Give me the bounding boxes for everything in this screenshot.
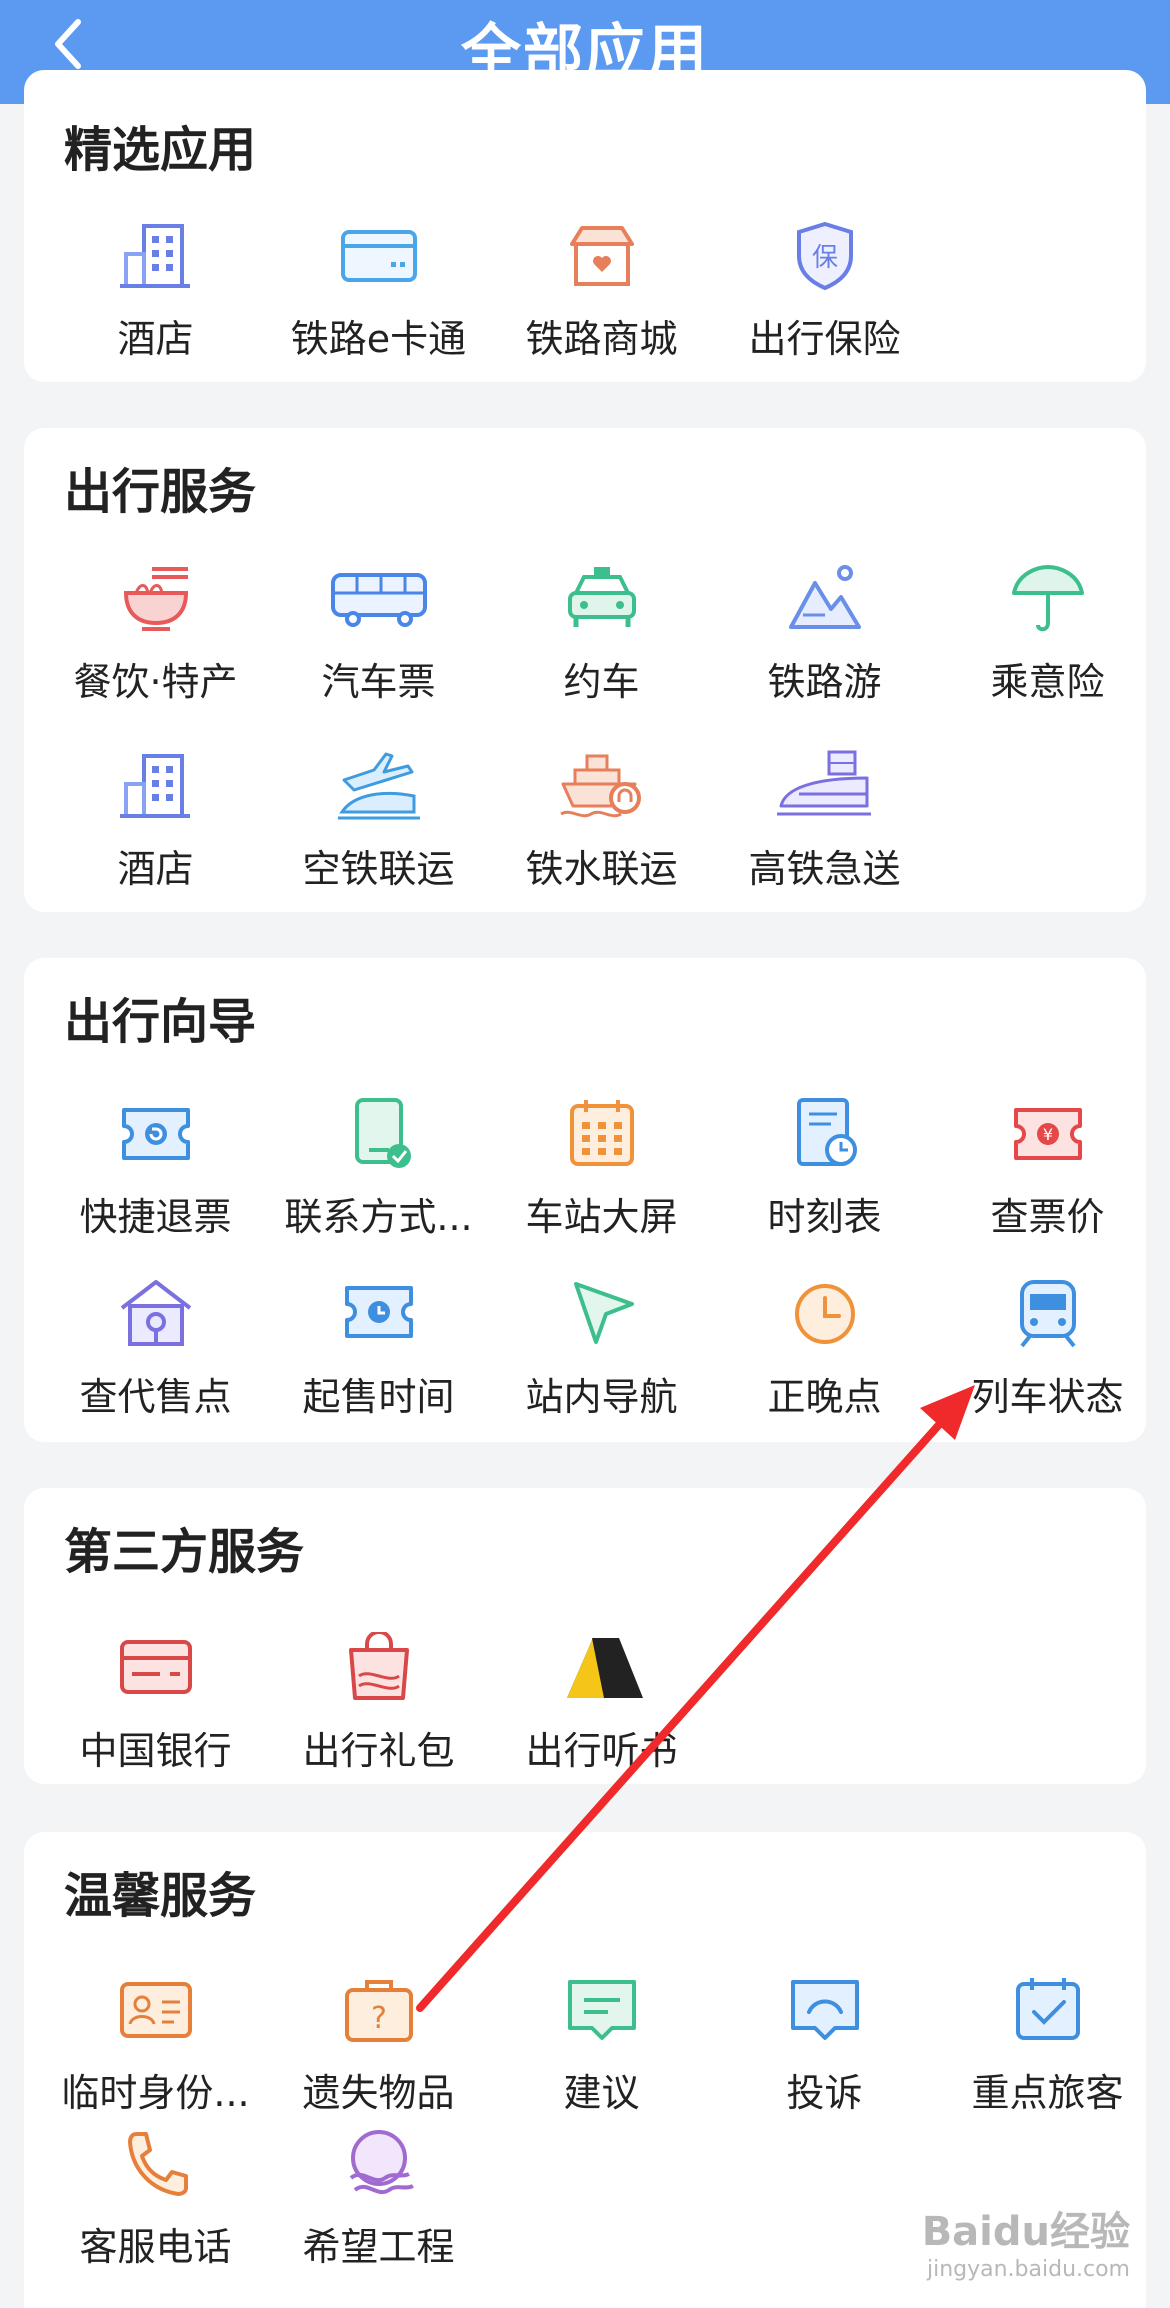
watermark-main: Baidu经验 bbox=[921, 2209, 1130, 2255]
watermark-sub: jingyan.baidu.com bbox=[926, 2257, 1130, 2282]
annotation-arrow bbox=[416, 1385, 975, 2012]
watermark: Baidu经验 jingyan.baidu.com bbox=[922, 2199, 1130, 2282]
